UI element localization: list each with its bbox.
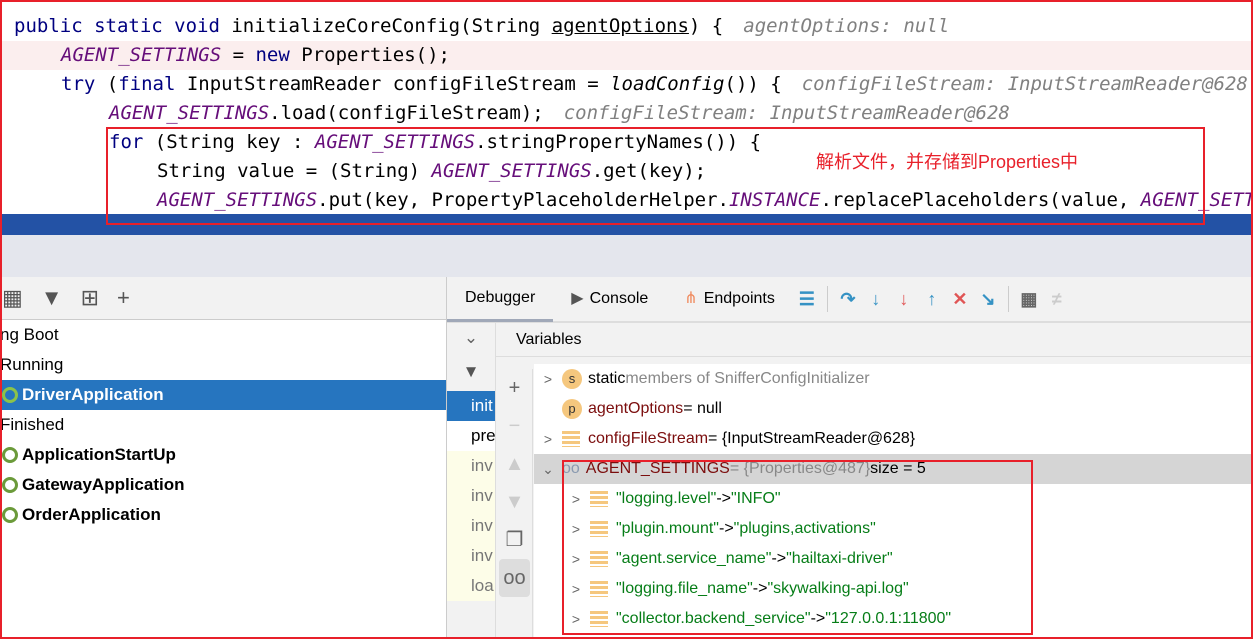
- spring-boot-icon: [2, 387, 18, 403]
- static-icon: s: [562, 369, 582, 389]
- code-editor[interactable]: public static void initializeCoreConfig(…: [0, 0, 1253, 235]
- move-up-icon[interactable]: ▲: [497, 445, 532, 483]
- frame-item[interactable]: loa: [447, 571, 495, 601]
- frame-item[interactable]: inv: [447, 451, 495, 481]
- service-item[interactable]: ApplicationStartUp: [0, 440, 446, 470]
- service-item[interactable]: ng Boot: [0, 320, 446, 350]
- evaluate-icon[interactable]: ▦: [1015, 289, 1043, 310]
- console-icon: ▶: [571, 290, 584, 307]
- inline-hint: agentOptions: null: [743, 15, 950, 37]
- editor-divider[interactable]: [0, 235, 1253, 277]
- service-item-selected[interactable]: DriverApplication: [0, 380, 446, 410]
- chevron-right-icon[interactable]: >: [534, 364, 562, 394]
- code-line-1: public static void initializeCoreConfig(…: [14, 15, 950, 37]
- chevron-right-icon[interactable]: >: [562, 604, 590, 634]
- filter-icon[interactable]: ▼: [41, 285, 63, 311]
- watches-glasses-icon[interactable]: oo: [499, 559, 530, 597]
- service-item[interactable]: OrderApplication: [0, 500, 446, 530]
- map-entry-row[interactable]: > "agent.service_name" -> "hailtaxi-drive…: [534, 544, 1253, 574]
- tab-debugger[interactable]: Debugger: [447, 276, 554, 322]
- frame-item[interactable]: init: [447, 391, 495, 421]
- add-icon[interactable]: +: [117, 285, 130, 311]
- map-entry-row[interactable]: > "logging.file_name" -> "skywalking-api.…: [534, 574, 1253, 604]
- debug-toolbar: Debugger ▶ Console ⋔ Endpoints ☰ ↷ ↓ ↓ ↑ ✕…: [447, 277, 1253, 323]
- chevron-right-icon[interactable]: >: [562, 544, 590, 574]
- endpoints-icon: ⋔: [684, 290, 698, 307]
- debug-panel: Debugger ▶ Console ⋔ Endpoints ☰ ↷ ↓ ↓ ↑ ✕…: [446, 277, 1253, 639]
- service-item[interactable]: Finished: [0, 410, 446, 440]
- remove-watch-icon[interactable]: −: [497, 407, 532, 445]
- frame-item[interactable]: pre: [447, 421, 495, 451]
- entry-icon: [590, 491, 608, 507]
- chevron-right-icon[interactable]: >: [562, 484, 590, 514]
- map-entry-row[interactable]: > "plugin.mount" -> "plugins,activations": [534, 514, 1253, 544]
- tab-endpoints[interactable]: ⋔ Endpoints: [666, 276, 793, 322]
- run-to-cursor-icon[interactable]: ↘: [974, 289, 1002, 310]
- add-watch-icon[interactable]: +: [497, 369, 532, 407]
- variable-row-expanded[interactable]: ⌄ oo AGENT_SETTINGS = {Properties@487} siz…: [534, 454, 1253, 484]
- code-line-2: AGENT_SETTINGS = new Properties();: [0, 41, 1253, 70]
- variables-tools: + − ▲ ▼ ❐ oo: [497, 369, 533, 639]
- parameter-icon: p: [562, 399, 582, 419]
- entry-icon: [590, 611, 608, 627]
- current-execution-line: [0, 214, 1253, 235]
- entry-icon: [590, 581, 608, 597]
- variables-header: Variables: [496, 323, 1253, 357]
- entry-icon: [590, 521, 608, 537]
- move-down-icon[interactable]: ▼: [497, 483, 532, 521]
- chevron-right-icon[interactable]: >: [562, 514, 590, 544]
- chevron-down-icon[interactable]: ⌄: [534, 454, 562, 484]
- code-line-4: AGENT_SETTINGS.load(configFileStream); co…: [109, 102, 1010, 124]
- spring-boot-icon: [2, 477, 18, 493]
- variable-row[interactable]: > s static members of SnifferConfigInitial…: [534, 364, 1253, 394]
- step-into-icon[interactable]: ↓: [862, 289, 890, 310]
- frame-item[interactable]: inv: [447, 511, 495, 541]
- spring-boot-icon: [2, 507, 18, 523]
- step-over-icon[interactable]: ↷: [834, 289, 862, 310]
- frames-list: ⌄ ▼ init pre inv inv inv inv loa: [447, 323, 496, 639]
- code-line-5: for (String key : AGENT_SETTINGS.stringP…: [109, 131, 762, 153]
- step-out-icon[interactable]: ↑: [918, 289, 946, 310]
- code-line-3: try (final InputStreamReader configFileS…: [61, 73, 1248, 95]
- chevron-down-icon[interactable]: ⌄: [447, 323, 495, 353]
- frames-icon[interactable]: ☰: [793, 289, 821, 310]
- frame-item[interactable]: inv: [447, 481, 495, 511]
- tab-console[interactable]: ▶ Console: [553, 276, 666, 322]
- field-icon: [562, 431, 580, 447]
- frame-item[interactable]: inv: [447, 541, 495, 571]
- services-toolbar: ▦ ▼ ⊞ +: [0, 277, 446, 320]
- services-tree: ng Boot Running DriverApplication Finish…: [0, 320, 446, 639]
- map-entry-row[interactable]: > "logging.level" -> "INFO": [534, 484, 1253, 514]
- drop-frame-icon[interactable]: ✕: [946, 289, 974, 310]
- chevron-right-icon[interactable]: >: [534, 424, 562, 454]
- code-line-6: String value = (String) AGENT_SETTINGS.g…: [157, 160, 707, 182]
- group-icon[interactable]: ▦: [2, 285, 23, 311]
- map-entry-row[interactable]: > "collector.backend_service" -> "127.0.0…: [534, 604, 1253, 634]
- spring-boot-icon: [2, 447, 18, 463]
- variable-row[interactable]: > configFileStream = {InputStreamReader@6…: [534, 424, 1253, 454]
- chevron-right-icon[interactable]: >: [562, 574, 590, 604]
- watch-glasses-icon: oo: [562, 460, 580, 477]
- service-item[interactable]: GatewayApplication: [0, 470, 446, 500]
- trace-icon[interactable]: ≠: [1043, 289, 1071, 310]
- copy-icon[interactable]: ❐: [497, 521, 532, 559]
- variable-row[interactable]: p agentOptions = null: [534, 394, 1253, 424]
- code-line-7: AGENT_SETTINGS.put(key, PropertyPlacehol…: [157, 189, 1253, 211]
- add-tab-icon[interactable]: ⊞: [81, 285, 99, 311]
- service-item[interactable]: Running: [0, 350, 446, 380]
- variables-tree: > s static members of SnifferConfigInitial…: [534, 364, 1253, 639]
- entry-icon: [590, 551, 608, 567]
- filter-icon[interactable]: ▼: [447, 353, 495, 391]
- force-step-into-icon[interactable]: ↓: [890, 289, 918, 310]
- annotation-text: 解析文件，并存储到Properties中: [816, 152, 1079, 172]
